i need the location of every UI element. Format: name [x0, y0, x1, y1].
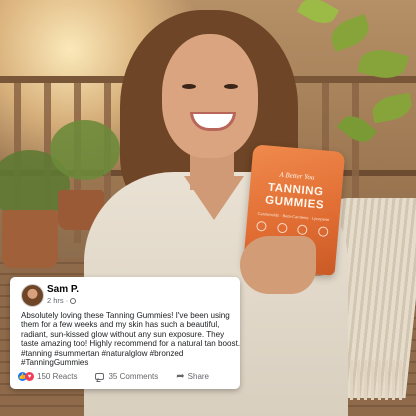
avatar[interactable] — [21, 284, 44, 307]
share-button[interactable]: ➦ Share — [176, 370, 210, 382]
face — [162, 34, 258, 158]
post-author[interactable]: Sam P. — [47, 284, 79, 295]
comment-icon — [95, 373, 105, 380]
heart-icon: ♥ — [25, 372, 34, 381]
reaction-icons: 👍 ♥ — [18, 372, 34, 381]
reactions-button[interactable]: 👍 ♥ 150 Reacts — [18, 372, 77, 381]
globe-icon — [70, 298, 77, 304]
eye — [224, 84, 238, 89]
hand-holding-pouch — [240, 236, 316, 294]
feature-icon — [256, 220, 267, 232]
feature-icon — [276, 222, 288, 234]
feature-icon — [317, 226, 329, 238]
post-meta: 2 hrs · — [47, 296, 77, 305]
post-actions: 👍 ♥ 150 Reacts 35 Comments ➦ Share — [18, 370, 232, 382]
post-text: Absolutely loving these Tanning Gummies!… — [21, 311, 241, 368]
eye — [182, 84, 196, 89]
plant-foliage — [50, 120, 120, 180]
social-post-card: Sam P. 2 hrs · Absolutely loving these T… — [10, 277, 240, 389]
comments-button[interactable]: 35 Comments — [95, 372, 158, 381]
plant-pot — [2, 210, 58, 268]
post-time[interactable]: 2 hrs · — [47, 296, 68, 305]
pouch-title: TANNING GUMMIES — [264, 181, 325, 212]
leaf — [370, 92, 414, 124]
pouch-feature-icons — [256, 220, 329, 238]
feature-icon — [297, 224, 309, 236]
leaf — [296, 0, 340, 30]
reactions-count: 150 Reacts — [37, 372, 78, 381]
share-icon: ➦ — [176, 370, 185, 382]
leaf — [326, 13, 374, 53]
share-label: Share — [187, 372, 210, 381]
comments-count: 35 Comments — [108, 372, 159, 381]
